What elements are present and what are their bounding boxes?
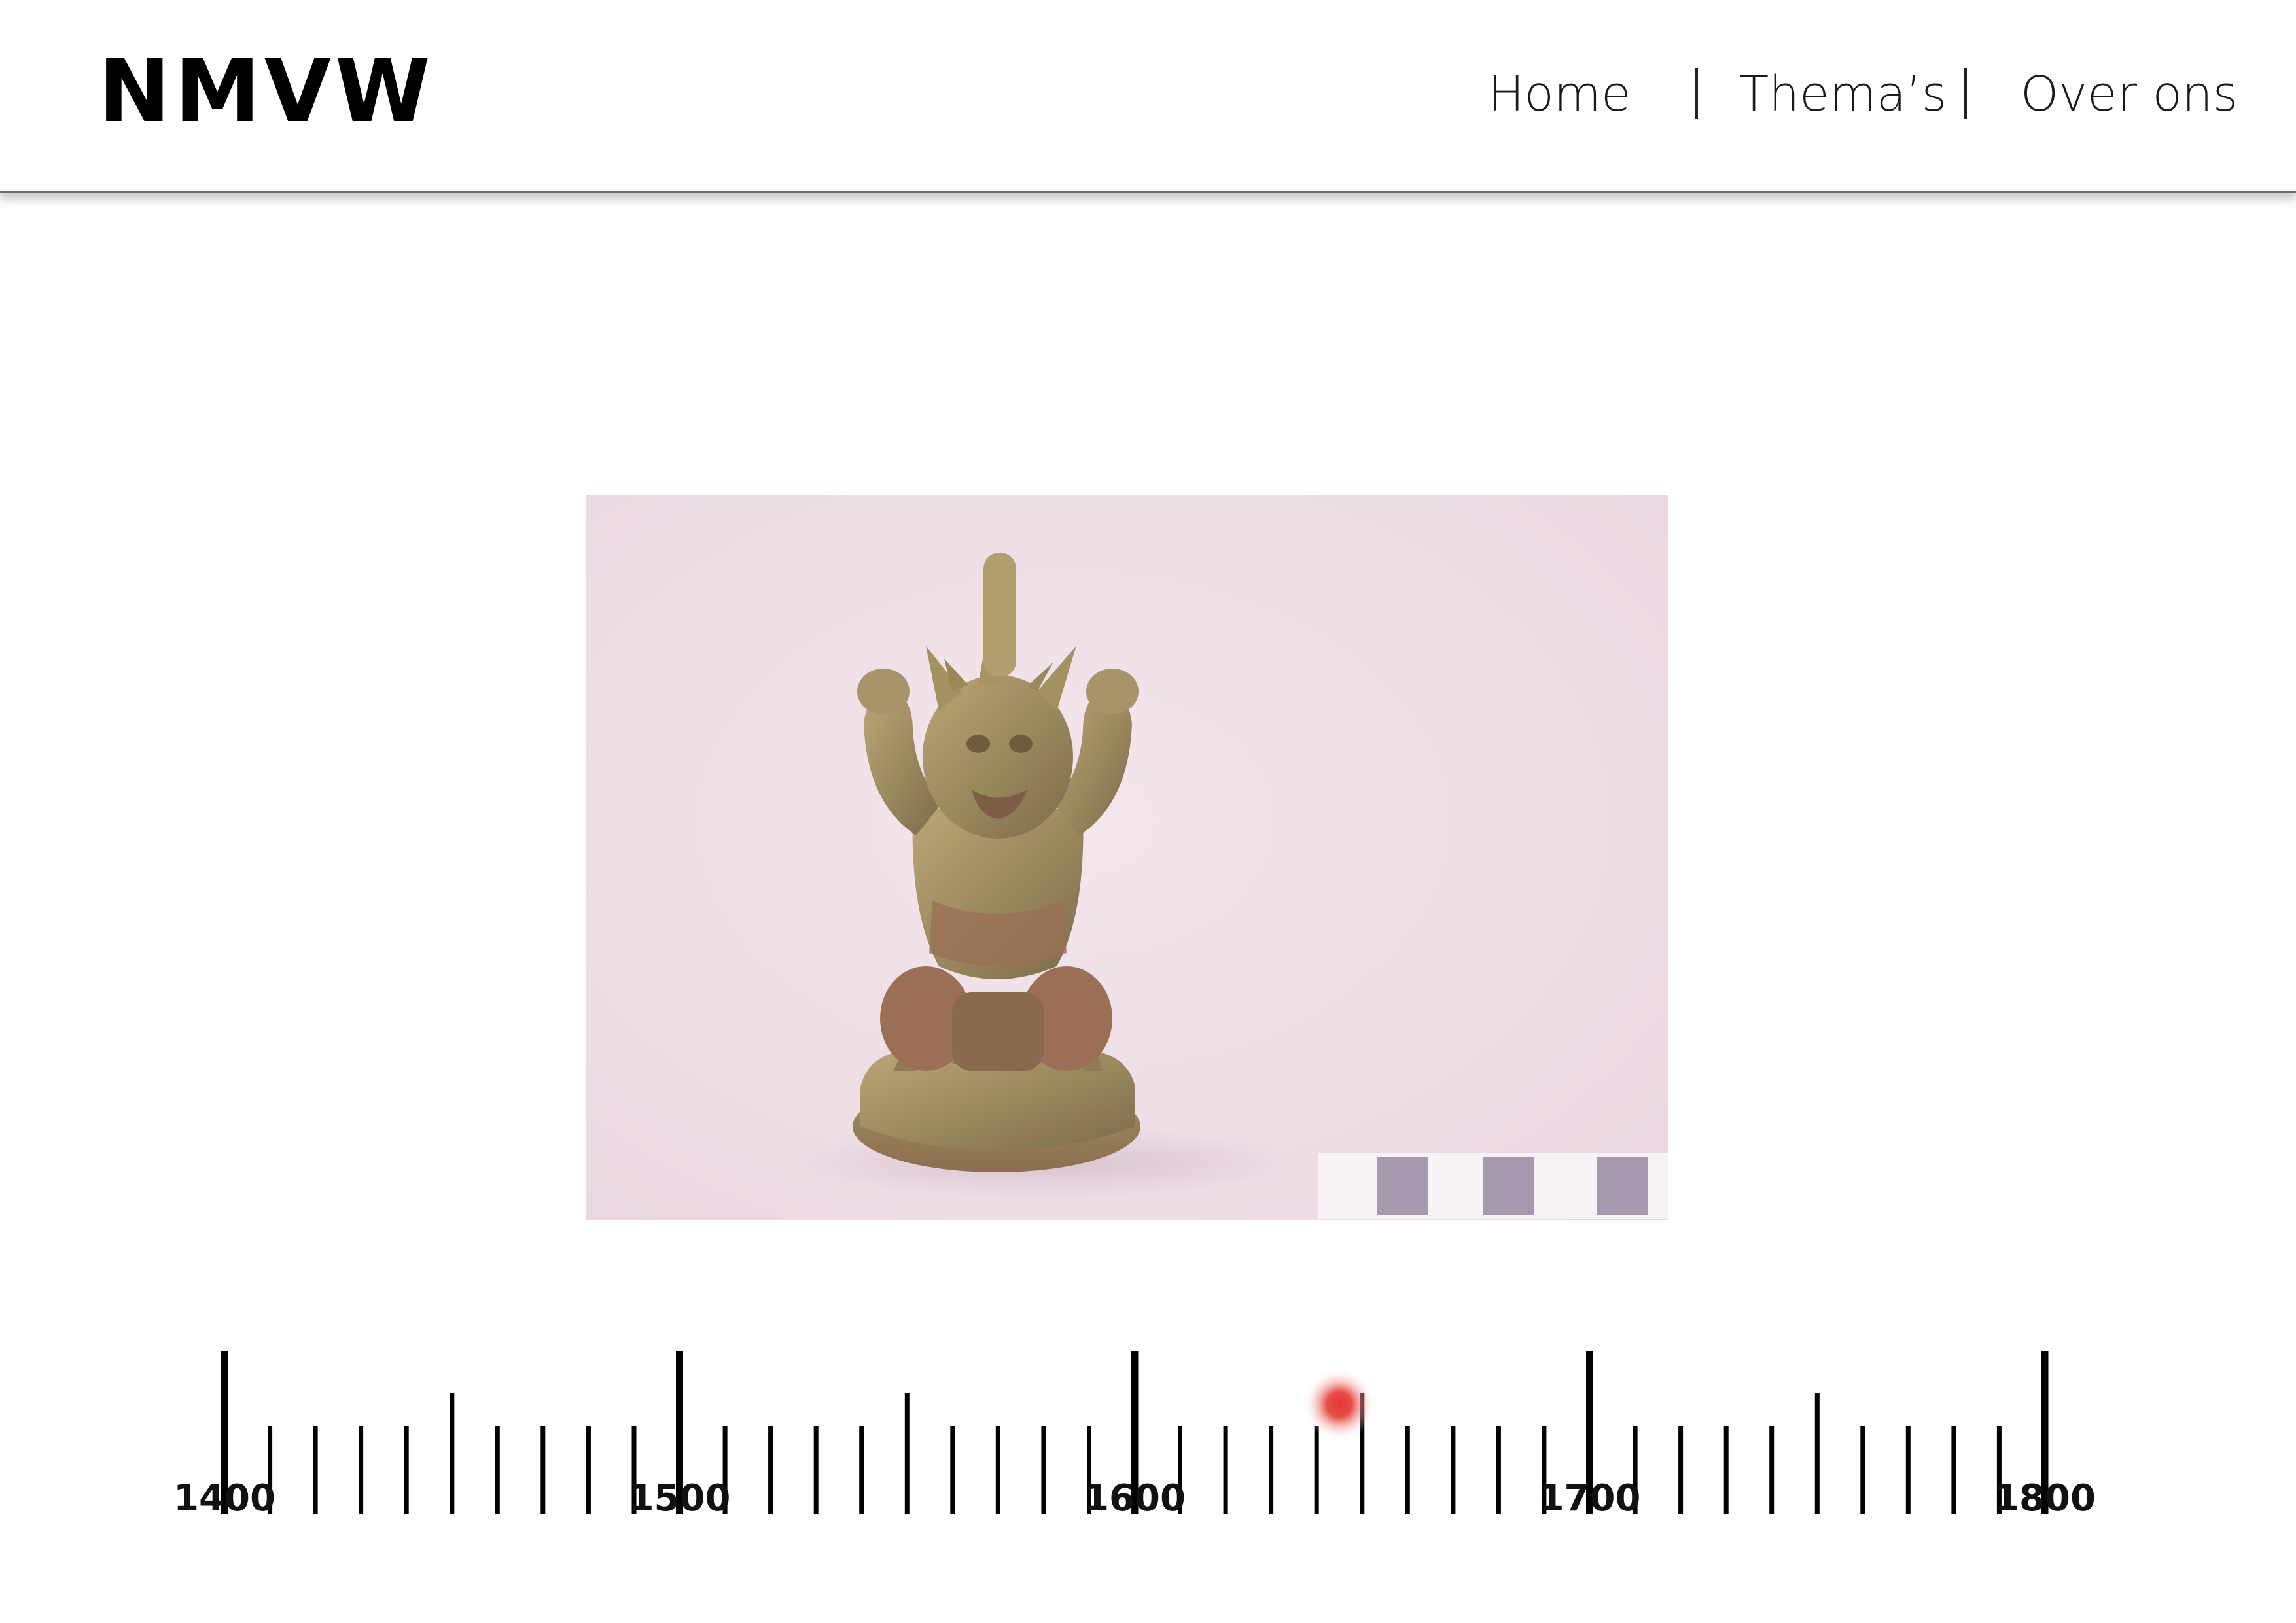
timeline-minor-tick	[1041, 1426, 1046, 1514]
timeline-minor-tick	[1769, 1426, 1775, 1514]
nav-divider	[1695, 68, 1698, 119]
timeline-marker[interactable]	[1303, 1369, 1375, 1440]
timeline-year-label[interactable]: 1500	[601, 1477, 758, 1520]
nav-home[interactable]: Home	[1488, 68, 1631, 120]
site-logo[interactable]: NMVW	[98, 48, 434, 135]
timeline-year-label[interactable]: 1800	[1966, 1477, 2123, 1520]
artifact-image[interactable]	[586, 495, 1668, 1220]
timeline-minor-tick	[1451, 1426, 1456, 1514]
timeline-minor-tick	[1860, 1426, 1865, 1514]
scale-bar	[1318, 1153, 1668, 1219]
timeline-minor-tick	[1269, 1426, 1274, 1514]
nav-over-ons[interactable]: Over ons	[2021, 68, 2238, 120]
timeline-minor-tick	[586, 1426, 591, 1514]
timeline-minor-tick	[1496, 1426, 1501, 1514]
timeline-minor-tick	[859, 1426, 864, 1514]
timeline-minor-tick	[1678, 1426, 1684, 1514]
timeline-minor-tick	[450, 1393, 455, 1514]
timeline-minor-tick	[359, 1426, 364, 1514]
timeline-minor-tick	[1814, 1393, 1820, 1514]
timeline-minor-tick	[1223, 1426, 1228, 1514]
timeline-minor-tick	[1951, 1426, 1956, 1514]
timeline-year-label[interactable]: 1700	[1511, 1477, 1669, 1520]
timeline-minor-tick	[904, 1393, 910, 1514]
timeline-minor-tick	[950, 1426, 955, 1514]
timeline-minor-tick	[495, 1426, 500, 1514]
timeline-year-label[interactable]: 1400	[146, 1477, 303, 1520]
timeline-minor-tick	[768, 1426, 773, 1514]
site-header: NMVW Home Thema’s Over ons	[0, 0, 2296, 193]
timeline-minor-tick	[995, 1426, 1000, 1514]
timeline-minor-tick	[1723, 1426, 1729, 1514]
timeline-minor-tick	[313, 1426, 318, 1514]
timeline-minor-tick	[540, 1426, 546, 1514]
timeline-minor-tick	[404, 1426, 409, 1514]
timeline-minor-tick	[813, 1426, 819, 1514]
timeline-year-label[interactable]: 1600	[1056, 1477, 1213, 1520]
nav-divider	[1964, 68, 1967, 119]
timeline-minor-tick	[1905, 1426, 1911, 1514]
nav-themas[interactable]: Thema’s	[1739, 68, 1947, 120]
timeline-minor-tick	[1405, 1426, 1410, 1514]
timeline-minor-tick	[1314, 1426, 1319, 1514]
